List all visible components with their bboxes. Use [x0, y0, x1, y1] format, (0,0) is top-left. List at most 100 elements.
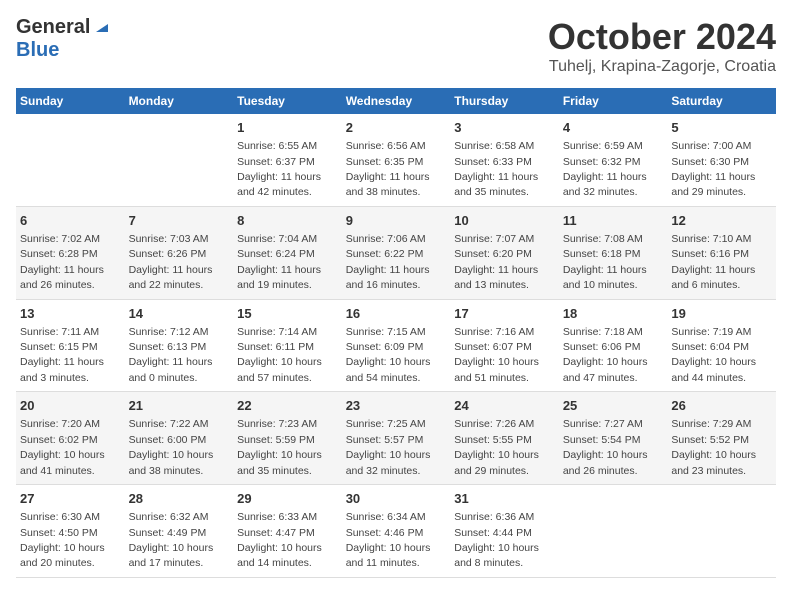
day-info: Sunrise: 7:10 AM Sunset: 6:16 PM Dayligh…	[671, 233, 755, 291]
day-number: 1	[237, 119, 338, 137]
page-header: General Blue October 2024 Tuhelj, Krapin…	[16, 16, 776, 76]
day-number: 9	[346, 212, 447, 230]
day-info: Sunrise: 6:59 AM Sunset: 6:32 PM Dayligh…	[563, 140, 647, 198]
day-info: Sunrise: 7:16 AM Sunset: 6:07 PM Dayligh…	[454, 326, 539, 384]
day-number: 29	[237, 490, 338, 508]
calendar-cell: 24Sunrise: 7:26 AM Sunset: 5:55 PM Dayli…	[450, 392, 559, 485]
day-info: Sunrise: 7:27 AM Sunset: 5:54 PM Dayligh…	[563, 418, 648, 476]
day-info: Sunrise: 7:18 AM Sunset: 6:06 PM Dayligh…	[563, 326, 648, 384]
day-number: 28	[129, 490, 230, 508]
logo-blue: Blue	[16, 39, 59, 61]
day-info: Sunrise: 7:11 AM Sunset: 6:15 PM Dayligh…	[20, 326, 104, 384]
calendar-cell	[559, 485, 668, 578]
calendar-cell: 19 Sunrise: 7:19 AM Sunset: 6:04 PM Dayli…	[667, 299, 776, 392]
logo-triangle-icon	[92, 16, 112, 36]
calendar-cell: 22Sunrise: 7:23 AM Sunset: 5:59 PM Dayli…	[233, 392, 342, 485]
week-row: 27 Sunrise: 6:30 AM Sunset: 4:50 PM Dayli…	[16, 485, 776, 578]
calendar-cell: 1 Sunrise: 6:55 AM Sunset: 6:37 PM Daylig…	[233, 114, 342, 206]
calendar-cell: 13Sunrise: 7:11 AM Sunset: 6:15 PM Dayli…	[16, 299, 125, 392]
day-number: 15	[237, 305, 338, 323]
day-number: 7	[129, 212, 230, 230]
day-number: 10	[454, 212, 555, 230]
weekday-header: Wednesday	[342, 88, 451, 114]
day-number: 3	[454, 119, 555, 137]
day-info: Sunrise: 6:32 AM Sunset: 4:49 PM Dayligh…	[129, 511, 214, 569]
calendar-cell: 26Sunrise: 7:29 AM Sunset: 5:52 PM Dayli…	[667, 392, 776, 485]
calendar-cell: 15Sunrise: 7:14 AM Sunset: 6:11 PM Dayli…	[233, 299, 342, 392]
day-number: 2	[346, 119, 447, 137]
day-info: Sunrise: 7:25 AM Sunset: 5:57 PM Dayligh…	[346, 418, 431, 476]
calendar-cell: 20 Sunrise: 7:20 AM Sunset: 6:02 PM Dayli…	[16, 392, 125, 485]
day-number: 24	[454, 397, 555, 415]
week-row: 1 Sunrise: 6:55 AM Sunset: 6:37 PM Daylig…	[16, 114, 776, 206]
calendar-cell: 28 Sunrise: 6:32 AM Sunset: 4:49 PM Dayli…	[125, 485, 234, 578]
day-number: 22	[237, 397, 338, 415]
day-info: Sunrise: 6:58 AM Sunset: 6:33 PM Dayligh…	[454, 140, 538, 198]
day-number: 18	[563, 305, 664, 323]
day-info: Sunrise: 7:15 AM Sunset: 6:09 PM Dayligh…	[346, 326, 431, 384]
day-number: 23	[346, 397, 447, 415]
day-number: 16	[346, 305, 447, 323]
day-number: 11	[563, 212, 664, 230]
day-info: Sunrise: 7:04 AM Sunset: 6:24 PM Dayligh…	[237, 233, 321, 291]
calendar-cell: 27 Sunrise: 6:30 AM Sunset: 4:50 PM Dayli…	[16, 485, 125, 578]
day-number: 14	[129, 305, 230, 323]
day-number: 4	[563, 119, 664, 137]
calendar-cell: 25 Sunrise: 7:27 AM Sunset: 5:54 PM Dayli…	[559, 392, 668, 485]
day-info: Sunrise: 7:02 AM Sunset: 6:28 PM Dayligh…	[20, 233, 104, 291]
calendar-cell: 3 Sunrise: 6:58 AM Sunset: 6:33 PM Daylig…	[450, 114, 559, 206]
calendar-cell: 21 Sunrise: 7:22 AM Sunset: 6:00 PM Dayli…	[125, 392, 234, 485]
day-number: 12	[671, 212, 772, 230]
day-number: 30	[346, 490, 447, 508]
day-info: Sunrise: 7:20 AM Sunset: 6:02 PM Dayligh…	[20, 418, 105, 476]
day-number: 26	[671, 397, 772, 415]
day-info: Sunrise: 6:36 AM Sunset: 4:44 PM Dayligh…	[454, 511, 539, 569]
calendar-cell: 12 Sunrise: 7:10 AM Sunset: 6:16 PM Dayli…	[667, 206, 776, 299]
calendar-body: 1 Sunrise: 6:55 AM Sunset: 6:37 PM Daylig…	[16, 114, 776, 577]
calendar-cell: 23 Sunrise: 7:25 AM Sunset: 5:57 PM Dayli…	[342, 392, 451, 485]
calendar-cell: 29 Sunrise: 6:33 AM Sunset: 4:47 PM Dayli…	[233, 485, 342, 578]
day-info: Sunrise: 6:33 AM Sunset: 4:47 PM Dayligh…	[237, 511, 322, 569]
title-area: October 2024 Tuhelj, Krapina-Zagorje, Cr…	[548, 16, 776, 76]
calendar-header: SundayMondayTuesdayWednesdayThursdayFrid…	[16, 88, 776, 114]
day-info: Sunrise: 7:08 AM Sunset: 6:18 PM Dayligh…	[563, 233, 647, 291]
day-info: Sunrise: 7:00 AM Sunset: 6:30 PM Dayligh…	[671, 140, 755, 198]
day-info: Sunrise: 7:19 AM Sunset: 6:04 PM Dayligh…	[671, 326, 756, 384]
day-info: Sunrise: 7:06 AM Sunset: 6:22 PM Dayligh…	[346, 233, 430, 291]
weekday-header: Thursday	[450, 88, 559, 114]
calendar-cell	[16, 114, 125, 206]
weekday-header: Tuesday	[233, 88, 342, 114]
week-row: 20 Sunrise: 7:20 AM Sunset: 6:02 PM Dayli…	[16, 392, 776, 485]
calendar-cell: 31 Sunrise: 6:36 AM Sunset: 4:44 PM Dayli…	[450, 485, 559, 578]
week-row: 13Sunrise: 7:11 AM Sunset: 6:15 PM Dayli…	[16, 299, 776, 392]
calendar-cell	[125, 114, 234, 206]
day-info: Sunrise: 6:34 AM Sunset: 4:46 PM Dayligh…	[346, 511, 431, 569]
day-number: 25	[563, 397, 664, 415]
calendar-cell: 17 Sunrise: 7:16 AM Sunset: 6:07 PM Dayli…	[450, 299, 559, 392]
weekday-row: SundayMondayTuesdayWednesdayThursdayFrid…	[16, 88, 776, 114]
calendar-cell: 18 Sunrise: 7:18 AM Sunset: 6:06 PM Dayli…	[559, 299, 668, 392]
calendar-cell: 7 Sunrise: 7:03 AM Sunset: 6:26 PM Daylig…	[125, 206, 234, 299]
calendar-cell	[667, 485, 776, 578]
day-number: 20	[20, 397, 121, 415]
day-info: Sunrise: 7:07 AM Sunset: 6:20 PM Dayligh…	[454, 233, 538, 291]
day-number: 5	[671, 119, 772, 137]
calendar-cell: 6 Sunrise: 7:02 AM Sunset: 6:28 PM Daylig…	[16, 206, 125, 299]
calendar-cell: 8Sunrise: 7:04 AM Sunset: 6:24 PM Daylig…	[233, 206, 342, 299]
day-info: Sunrise: 7:22 AM Sunset: 6:00 PM Dayligh…	[129, 418, 214, 476]
day-number: 21	[129, 397, 230, 415]
calendar-cell: 4 Sunrise: 6:59 AM Sunset: 6:32 PM Daylig…	[559, 114, 668, 206]
weekday-header: Friday	[559, 88, 668, 114]
day-info: Sunrise: 6:30 AM Sunset: 4:50 PM Dayligh…	[20, 511, 105, 569]
week-row: 6 Sunrise: 7:02 AM Sunset: 6:28 PM Daylig…	[16, 206, 776, 299]
day-number: 19	[671, 305, 772, 323]
day-number: 31	[454, 490, 555, 508]
day-info: Sunrise: 7:03 AM Sunset: 6:26 PM Dayligh…	[129, 233, 213, 291]
day-info: Sunrise: 6:55 AM Sunset: 6:37 PM Dayligh…	[237, 140, 321, 198]
day-number: 17	[454, 305, 555, 323]
calendar-cell: 2Sunrise: 6:56 AM Sunset: 6:35 PM Daylig…	[342, 114, 451, 206]
day-number: 6	[20, 212, 121, 230]
month-title: October 2024	[548, 16, 776, 58]
day-number: 27	[20, 490, 121, 508]
calendar-cell: 11 Sunrise: 7:08 AM Sunset: 6:18 PM Dayli…	[559, 206, 668, 299]
